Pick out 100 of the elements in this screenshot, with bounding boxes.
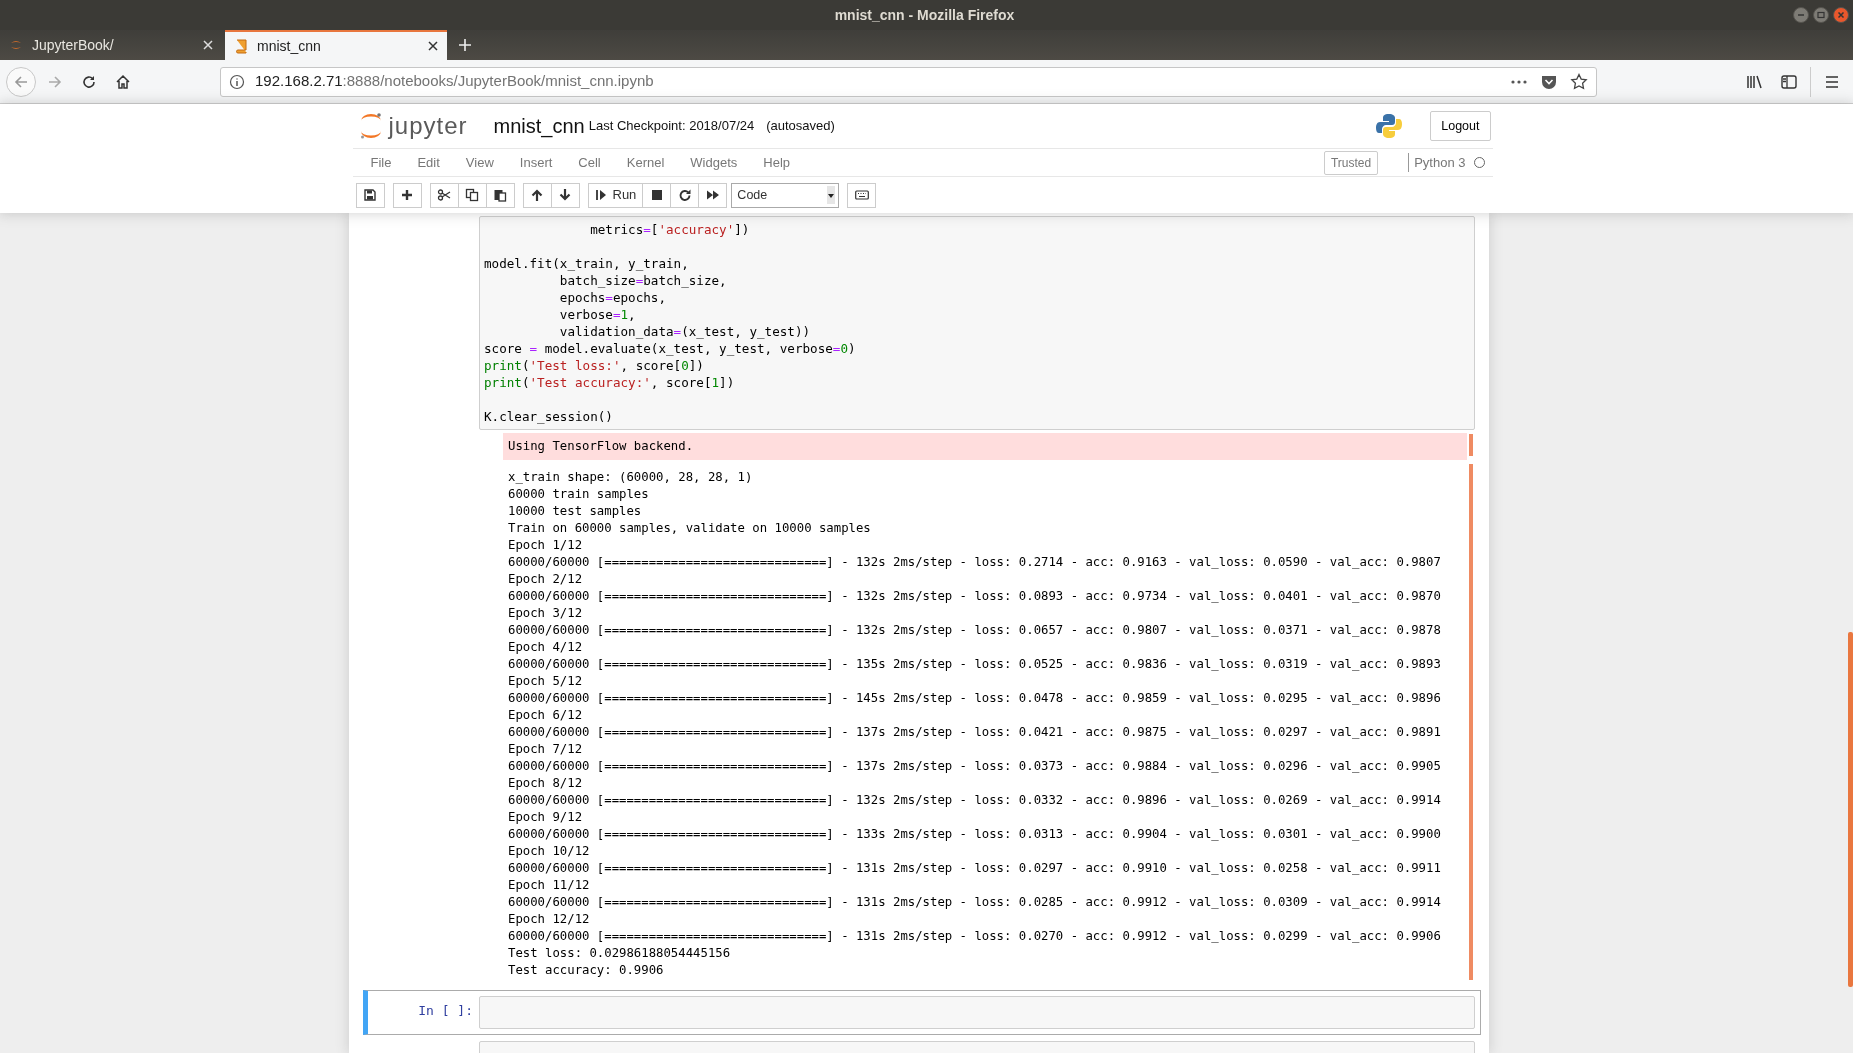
run-button[interactable]: Run — [587, 182, 644, 208]
code-editor[interactable] — [479, 216, 1475, 430]
browser-tab[interactable]: mnist_cnn — [225, 30, 447, 60]
move-down-button[interactable] — [550, 182, 580, 208]
copy-button[interactable] — [457, 182, 487, 208]
output-line: Epoch 10/12 — [508, 843, 591, 860]
stop-icon — [649, 188, 664, 202]
address-field[interactable]: 192.168.2.71:8888/notebooks/JupyterBook/mnist_cnn.ipynb — [220, 66, 1597, 97]
menu-item[interactable]: Widgets — [678, 148, 752, 177]
close-button[interactable] — [1833, 7, 1849, 23]
logout-button[interactable]: Logout — [1430, 110, 1491, 142]
code-line: metrics=['accuracy']) — [589, 221, 751, 238]
output-line: 60000/60000 [==============================] - 131s 2ms/step - loss: 0.0285 - acc: 0.9912 - val_loss: 0.0309 - val_acc: 0.9914 — [508, 894, 1442, 911]
save-icon — [363, 188, 377, 202]
selected-cell-frame[interactable]: In [ ]: — [363, 990, 1481, 1035]
paste-button[interactable] — [485, 182, 515, 208]
plus-icon — [457, 37, 473, 53]
output-line: Test loss: 0.02986188054445156 — [508, 945, 732, 962]
insert-cell-button[interactable] — [392, 182, 422, 208]
window-title: mnist_cnn - Mozilla Firefox — [834, 5, 1015, 25]
stop-button[interactable] — [642, 182, 672, 208]
info-icon[interactable] — [229, 73, 245, 90]
menu-item[interactable]: File — [358, 148, 406, 177]
pocket-icon[interactable] — [1540, 73, 1558, 90]
output-line: 60000 train samples — [508, 486, 650, 503]
menu-item[interactable]: Help — [751, 148, 805, 177]
books-icon — [1746, 73, 1764, 90]
code-line: verbose=1, — [558, 306, 637, 323]
output-scrollbar[interactable] — [1469, 464, 1473, 980]
trusted-indicator[interactable]: Trusted — [1323, 150, 1379, 175]
autosave-status: (autosaved) — [766, 117, 835, 136]
output-line: Epoch 7/12 — [508, 741, 584, 758]
move-up-button[interactable] — [522, 182, 552, 208]
keyboard-icon — [854, 188, 869, 202]
jupyter-wordmark: jupyter — [388, 111, 468, 141]
minimize-button[interactable] — [1793, 7, 1809, 23]
output-line: x_train shape: (60000, 28, 28, 1) — [508, 469, 754, 486]
plus-icon — [400, 188, 414, 202]
code-line: print('Test accuracy:', score[1]) — [484, 374, 736, 391]
output-line: Epoch 3/12 — [508, 605, 584, 622]
up-arrow-icon — [530, 188, 544, 202]
output-line: 60000/60000 [==============================] - 135s 2ms/step - loss: 0.0525 - acc: 0.9836 - val_loss: 0.0319 - val_acc: 0.9893 — [508, 656, 1442, 673]
minimize-icon — [1797, 11, 1805, 19]
menu-icon — [1824, 73, 1840, 90]
output-line: Epoch 11/12 — [508, 877, 591, 894]
kernel-name[interactable]: Python 3 — [1414, 152, 1466, 173]
fast-forward-icon — [705, 188, 720, 202]
scrollbar-thumb[interactable] — [1848, 632, 1853, 987]
down-arrow-icon — [558, 188, 572, 202]
output-line: Train on 60000 samples, validate on 10000 samples — [508, 520, 872, 537]
back-arrow-icon — [13, 73, 29, 90]
code-line: score = model.evaluate(x_test, y_test, verbose=0) — [484, 340, 857, 357]
output-line: 60000/60000 [==============================] - 132s 2ms/step - loss: 0.0893 - acc: 0.9734 - val_loss: 0.0401 - val_acc: 0.9870 — [508, 588, 1442, 605]
output-line: 60000/60000 [==============================] - 133s 2ms/step - loss: 0.0313 - acc: 0.9904 - val_loss: 0.0301 - val_acc: 0.9900 — [508, 826, 1442, 843]
code-line: validation_data=(x_test, y_test)) — [558, 323, 812, 340]
cut-button[interactable] — [429, 182, 459, 208]
code-line: epochs=epochs, — [558, 289, 667, 306]
output-line: Epoch 9/12 — [508, 809, 584, 826]
close-icon[interactable] — [427, 40, 439, 52]
output-line: Epoch 2/12 — [508, 571, 584, 588]
code-line: model.fit(x_train, y_train, — [484, 255, 690, 272]
python-logo-icon — [1376, 113, 1403, 139]
save-button[interactable] — [355, 182, 385, 208]
notebook-name[interactable]: mnist_cnn — [493, 111, 585, 141]
output-line: 60000/60000 [==============================] - 131s 2ms/step - loss: 0.0270 - acc: 0.9912 - val_loss: 0.0299 - val_acc: 0.9906 — [508, 928, 1442, 945]
sidebar-icon — [1780, 73, 1798, 90]
forward-arrow-icon — [47, 73, 63, 90]
maximize-button[interactable] — [1813, 7, 1829, 23]
output-line: 10000 test samples — [508, 503, 643, 520]
output-line: Epoch 4/12 — [508, 639, 584, 656]
restart-button[interactable] — [670, 182, 700, 208]
output-line: Epoch 8/12 — [508, 775, 584, 792]
menu-item[interactable]: Insert — [507, 148, 567, 177]
cell-prompt: In [ ]: — [417, 1002, 474, 1020]
restart-icon — [677, 188, 692, 202]
code-input-field[interactable] — [479, 996, 1475, 1029]
output-line: Epoch 5/12 — [508, 673, 584, 690]
code-line: print('Test loss:', score[0]) — [484, 357, 705, 374]
output-line: Epoch 1/12 — [508, 537, 584, 554]
output-line: Test accuracy: 0.9906 — [508, 962, 665, 979]
run-all-button[interactable] — [698, 182, 728, 208]
keyboard-button[interactable] — [847, 182, 877, 208]
code-line: batch_size=batch_size, — [558, 272, 728, 289]
caret-icon — [827, 186, 836, 204]
output-line: 60000/60000 [==============================] - 137s 2ms/step - loss: 0.0421 - acc: 0.9875 - val_loss: 0.0297 - val_acc: 0.9891 — [508, 724, 1442, 741]
cell-type-select[interactable]: Code — [731, 182, 840, 208]
output-line: 60000/60000 [==============================] - 131s 2ms/step - loss: 0.0297 - acc: 0.9910 - val_loss: 0.0258 - val_acc: 0.9911 — [508, 860, 1442, 877]
output-scrollbar[interactable] — [1469, 434, 1473, 456]
browser-tab[interactable]: JupyterBook/ — [0, 30, 222, 60]
menu-item[interactable]: View — [453, 148, 508, 177]
book-icon — [233, 38, 249, 54]
output-line: 60000/60000 [==============================] - 145s 2ms/step - loss: 0.0478 - acc: 0.9859 - val_loss: 0.0295 - val_acc: 0.9896 — [508, 690, 1442, 707]
menu-item[interactable]: Kernel — [614, 148, 679, 177]
menu-item[interactable]: Edit — [405, 148, 454, 177]
clipboard-icon — [493, 188, 507, 202]
menu-item[interactable]: Cell — [566, 148, 615, 177]
scissors-icon — [437, 188, 451, 202]
output-line: Epoch 6/12 — [508, 707, 584, 724]
copy-icon — [465, 188, 479, 202]
star-icon[interactable] — [1570, 72, 1588, 91]
